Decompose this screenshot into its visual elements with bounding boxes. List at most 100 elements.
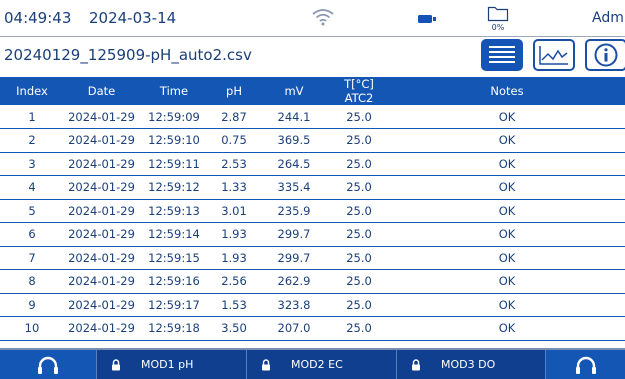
cell-temperature: 25.0	[346, 250, 372, 265]
module-tab-mod1[interactable]: MOD1 pH	[96, 350, 246, 379]
cell-index: 7	[28, 250, 36, 265]
table-row[interactable]: 4 2024-01-29 12:59:12 1.33 335.4 25.0 OK	[0, 176, 625, 199]
cell-ph: 3.01	[221, 203, 247, 218]
module-tab-mod3[interactable]: MOD3 DO	[396, 350, 546, 379]
file-name: 20240129_125909-pH_auto2.csv	[4, 46, 252, 64]
cell-mv: 369.5	[277, 133, 311, 148]
cell-temperature: 25.0	[346, 321, 372, 336]
cell-index: 1	[28, 109, 36, 124]
cell-date: 2024-01-29	[68, 250, 135, 265]
cell-index: 5	[28, 203, 36, 218]
table-row[interactable]: 3 2024-01-29 12:59:11 2.53 264.5 25.0 OK	[0, 152, 625, 176]
cell-index: 9	[28, 297, 36, 312]
cell-date: 2024-01-29	[68, 321, 135, 336]
wifi-icon	[312, 9, 334, 26]
cell-mv: 207.0	[277, 321, 311, 336]
cell-date: 2024-01-29	[68, 180, 135, 195]
cell-date: 2024-01-29	[68, 156, 135, 171]
info-button[interactable]	[585, 39, 625, 71]
storage-indicator: 0%	[487, 4, 509, 34]
clock-time: 04:49:43	[4, 9, 72, 27]
cell-index: 4	[28, 180, 36, 195]
table-row[interactable]: 1 2024-01-29 12:59:09 2.87 244.1 25.0 OK	[0, 105, 625, 129]
cell-mv: 299.7	[277, 227, 311, 242]
column-header-notes[interactable]: Notes	[389, 77, 625, 105]
cell-date: 2024-01-29	[68, 133, 135, 148]
module-label: MOD3 DO	[441, 358, 496, 371]
module-label: MOD1 pH	[141, 358, 194, 371]
cell-notes: OK	[498, 321, 516, 336]
cell-date: 2024-01-29	[68, 274, 135, 289]
column-header-temperature[interactable]: T[°C] ATC2	[329, 77, 389, 105]
cell-time: 12:59:09	[148, 109, 200, 124]
cell-temperature: 25.0	[346, 274, 372, 289]
cell-notes: OK	[498, 156, 516, 171]
module-tab-mod2[interactable]: MOD2 EC	[246, 350, 396, 379]
cell-ph: 1.93	[221, 250, 247, 265]
cell-notes: OK	[498, 203, 516, 218]
cell-temperature: 25.0	[346, 227, 372, 242]
info-icon	[594, 43, 618, 67]
cell-mv: 244.1	[277, 109, 311, 124]
lock-icon	[112, 358, 120, 370]
cell-temperature: 25.0	[346, 297, 372, 312]
cell-mv: 262.9	[277, 274, 311, 289]
module-bar: MOD1 pH MOD2 EC MOD3 DO	[0, 348, 625, 379]
cell-index: 2	[28, 133, 36, 148]
cell-temperature: 25.0	[346, 109, 372, 124]
cell-notes: OK	[498, 133, 516, 148]
cell-mv: 299.7	[277, 250, 311, 265]
lock-icon	[412, 358, 420, 370]
cell-time: 12:59:18	[148, 321, 200, 336]
cell-notes: OK	[498, 274, 516, 289]
column-header-mv[interactable]: mV	[259, 77, 329, 105]
table-header-row: Index Date Time pH mV T[°C] ATC2 Notes	[0, 77, 625, 105]
table-row[interactable]: 9 2024-01-29 12:59:17 1.53 323.8 25.0 OK	[0, 293, 625, 317]
column-header-date[interactable]: Date	[64, 77, 139, 105]
table-row[interactable]: 8 2024-01-29 12:59:16 2.56 262.9 25.0 OK	[0, 270, 625, 293]
cell-date: 2024-01-29	[68, 227, 135, 242]
left-probe-button[interactable]	[0, 350, 96, 379]
cell-ph: 0.75	[221, 133, 247, 148]
table-row[interactable]: 5 2024-01-29 12:59:13 3.01 235.9 25.0 OK	[0, 199, 625, 223]
cell-index: 10	[24, 321, 40, 336]
table-row[interactable]: 6 2024-01-29 12:59:14 1.93 299.7 25.0 OK	[0, 223, 625, 246]
cell-date: 2024-01-29	[68, 109, 135, 124]
table-view-button[interactable]	[481, 39, 523, 71]
storage-percent: 0%	[491, 23, 505, 32]
column-header-ph[interactable]: pH	[209, 77, 259, 105]
cell-temperature: 25.0	[346, 180, 372, 195]
cell-temperature: 25.0	[346, 133, 372, 148]
cell-ph: 2.53	[221, 156, 247, 171]
cell-ph: 2.56	[221, 274, 247, 289]
table-row[interactable]: 10 2024-01-29 12:59:18 3.50 207.0 25.0 O…	[0, 317, 625, 340]
list-icon	[489, 46, 515, 63]
cell-time: 12:59:17	[148, 297, 200, 312]
cell-time: 12:59:13	[148, 203, 200, 218]
file-bar: 20240129_125909-pH_auto2.csv	[0, 38, 625, 75]
line-chart-icon	[539, 46, 568, 65]
cell-index: 6	[28, 227, 36, 242]
cell-index: 3	[28, 156, 36, 171]
cell-notes: OK	[498, 180, 516, 195]
cell-date: 2024-01-29	[68, 297, 135, 312]
cell-mv: 323.8	[277, 297, 311, 312]
cell-notes: OK	[498, 227, 516, 242]
column-header-time[interactable]: Time	[139, 77, 209, 105]
cell-mv: 264.5	[277, 156, 311, 171]
module-label: MOD2 EC	[291, 358, 343, 371]
graph-view-button[interactable]	[533, 39, 575, 71]
column-header-index[interactable]: Index	[0, 77, 64, 105]
table-row[interactable]: 7 2024-01-29 12:59:15 1.93 299.7 25.0 OK	[0, 246, 625, 270]
user-name[interactable]: Admin	[592, 10, 625, 26]
cell-temperature: 25.0	[346, 203, 372, 218]
measurement-table: Index Date Time pH mV T[°C] ATC2 Notes 1…	[0, 77, 625, 341]
cell-temperature: 25.0	[346, 156, 372, 171]
cell-ph: 2.87	[221, 109, 247, 124]
cell-notes: OK	[498, 109, 516, 124]
table-row[interactable]: 2 2024-01-29 12:59:10 0.75 369.5 25.0 OK	[0, 129, 625, 152]
probe-icon	[38, 356, 58, 374]
lock-icon	[262, 358, 270, 370]
status-bar: 04:49:43 2024-03-14 0% Admin	[0, 0, 625, 37]
right-probe-button[interactable]	[546, 350, 625, 379]
